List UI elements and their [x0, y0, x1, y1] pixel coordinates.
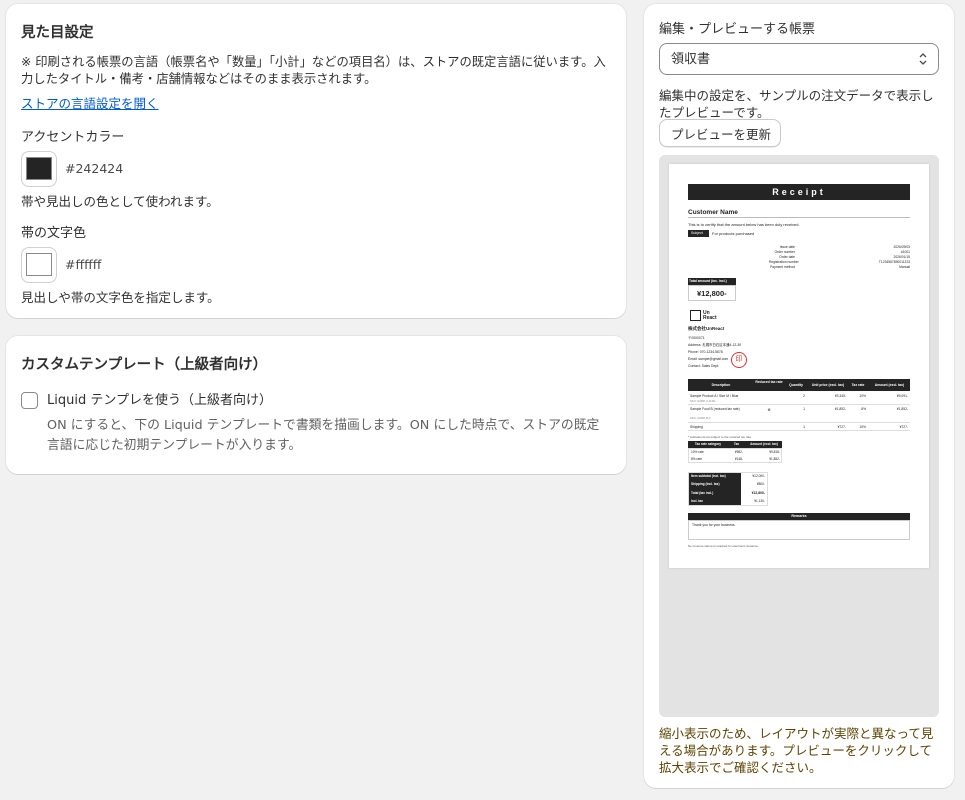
- document-select-value: 領収書: [671, 52, 711, 67]
- item-amount: ¥1,852-: [896, 407, 908, 411]
- items-row-rule: [688, 422, 910, 423]
- receipt-customer-rule: [688, 217, 910, 218]
- language-settings-link[interactable]: ストアの言語設定を開く: [21, 93, 159, 112]
- liquid-help: ON にすると、下の Liquid テンプレートで書類を描画します。ON にした…: [47, 418, 600, 453]
- receipt-footer-note: No revenue stamp is required for electro…: [688, 544, 759, 548]
- refresh-preview-button[interactable]: プレビューを更新: [659, 119, 781, 147]
- remarks-title: Remarks: [791, 514, 807, 518]
- band-text-color-help: 見出しや帯の文字色を指定します。: [21, 290, 220, 305]
- items-header-cell: Description: [711, 383, 731, 387]
- item-qty: 2: [803, 394, 805, 398]
- liquid-checkbox-label[interactable]: Liquid テンプレを使う（上級者向け）: [47, 392, 272, 409]
- items-row-rule: [688, 404, 910, 405]
- item-amount: ¥9,091-: [896, 394, 908, 398]
- item-desc: Sample Food B (reduced tax rate): [690, 407, 740, 411]
- meta-label: Payment method: [770, 265, 795, 269]
- liquid-checkbox[interactable]: [21, 392, 38, 409]
- tax-header-cell: Amount (excl. tax): [750, 442, 778, 446]
- company-logo: [690, 310, 701, 321]
- remarks-text: Thank you for your business.: [692, 523, 736, 527]
- band-text-color-swatch: [26, 253, 52, 276]
- band-text-color-picker[interactable]: [21, 247, 57, 283]
- accent-color-swatch: [26, 157, 52, 180]
- item-qty: 1: [803, 407, 805, 411]
- accent-color-picker[interactable]: [21, 151, 57, 187]
- item-unit-price: ¥3,345-: [834, 394, 846, 398]
- items-header-cell: Amount (excl. tax): [874, 383, 905, 387]
- receipt-preview-document[interactable]: Receipt Customer Name This is to certify…: [669, 164, 929, 568]
- company-name: 株式会社UnReact: [688, 326, 725, 331]
- item-tax-rate: 8%: [861, 407, 866, 411]
- receipt-certify: This is to certify that the amount below…: [688, 222, 800, 227]
- receipt-subject-tag: Subject: [691, 231, 703, 235]
- language-note: ※ 印刷される帳票の言語（帳票名や「数量」「小計」などの項目名）は、ストアの既定…: [21, 55, 606, 86]
- items-header-cell: Unit price (excl. tax): [811, 383, 845, 387]
- document-select[interactable]: 領収書: [659, 43, 939, 75]
- tax-header-cell: Tax: [733, 442, 740, 446]
- band-text-color-value[interactable]: #ffffff: [65, 257, 101, 272]
- appearance-card: 見た目設定 ※ 印刷される帳票の言語（帳票名や「数量」「小計」などの項目名）は、…: [6, 4, 626, 318]
- meta-value: Manual: [899, 265, 910, 269]
- custom-template-card: カスタムテンプレート（上級者向け） Liquid テンプレを使う（上級者向け） …: [6, 336, 626, 474]
- appearance-title: 見た目設定: [21, 25, 94, 41]
- company-address-line: Contact: Sales Dept.: [688, 364, 720, 368]
- accent-color-label: アクセントカラー: [21, 130, 125, 145]
- item-reduced-mark: ※: [767, 407, 771, 412]
- items-header-cell: Quantity: [789, 383, 803, 387]
- tax-table-border: [688, 448, 782, 463]
- tax-header-cell: Tax rate category: [694, 442, 722, 446]
- band-text-color-label: 帯の文字色: [21, 226, 87, 241]
- receipt-customer-name: Customer Name: [688, 209, 738, 216]
- refresh-preview-label: プレビューを更新: [671, 127, 772, 142]
- company-seal-icon: 印: [731, 352, 747, 368]
- summary-border: [688, 472, 768, 506]
- items-header-cell: Tax rate: [851, 383, 865, 387]
- reduced-tax-note: * indicates items subject to the reduced…: [688, 435, 752, 439]
- receipt-total-value: ¥12,800-: [697, 289, 727, 298]
- company-address-line: 〒0000071: [688, 336, 705, 340]
- company-address-line: Phone: 070-1234-5678: [688, 350, 723, 354]
- item-sku: SKU: SAMP-B-F: [690, 416, 711, 420]
- receipt-subject-text: For products purchased: [712, 231, 755, 236]
- document-select-label: 編集・プレビューする帳票: [659, 22, 816, 37]
- items-row-rule: [688, 430, 910, 431]
- select-chevron-icon: [918, 50, 928, 68]
- preview-description: 編集中の設定を、サンプルの注文データで表示したプレビューです。: [659, 88, 934, 120]
- item-tax-rate: 10%: [859, 394, 866, 398]
- custom-template-title: カスタムテンプレート（上級者向け）: [21, 357, 268, 373]
- accent-color-value[interactable]: #242424: [65, 161, 123, 176]
- preview-warning: 縮小表示のため、レイアウトが実際と異なって見える場合があります。プレビューをクリ…: [659, 726, 934, 775]
- items-header-cell: Reduced tax rate: [755, 380, 783, 384]
- receipt-title: Receipt: [772, 187, 826, 197]
- company-address-line: Address: 札幌市白石区本通4-12-30: [688, 343, 742, 347]
- item-unit-price: ¥1,852-: [834, 407, 846, 411]
- receipt-total-label: Total amount (inc. incl.): [689, 279, 727, 283]
- company-logo-text-2: React: [703, 315, 717, 321]
- company-address-line: Email: sample@gmail.com: [688, 357, 729, 361]
- accent-color-help: 帯や見出しの色として使われます。: [21, 194, 219, 209]
